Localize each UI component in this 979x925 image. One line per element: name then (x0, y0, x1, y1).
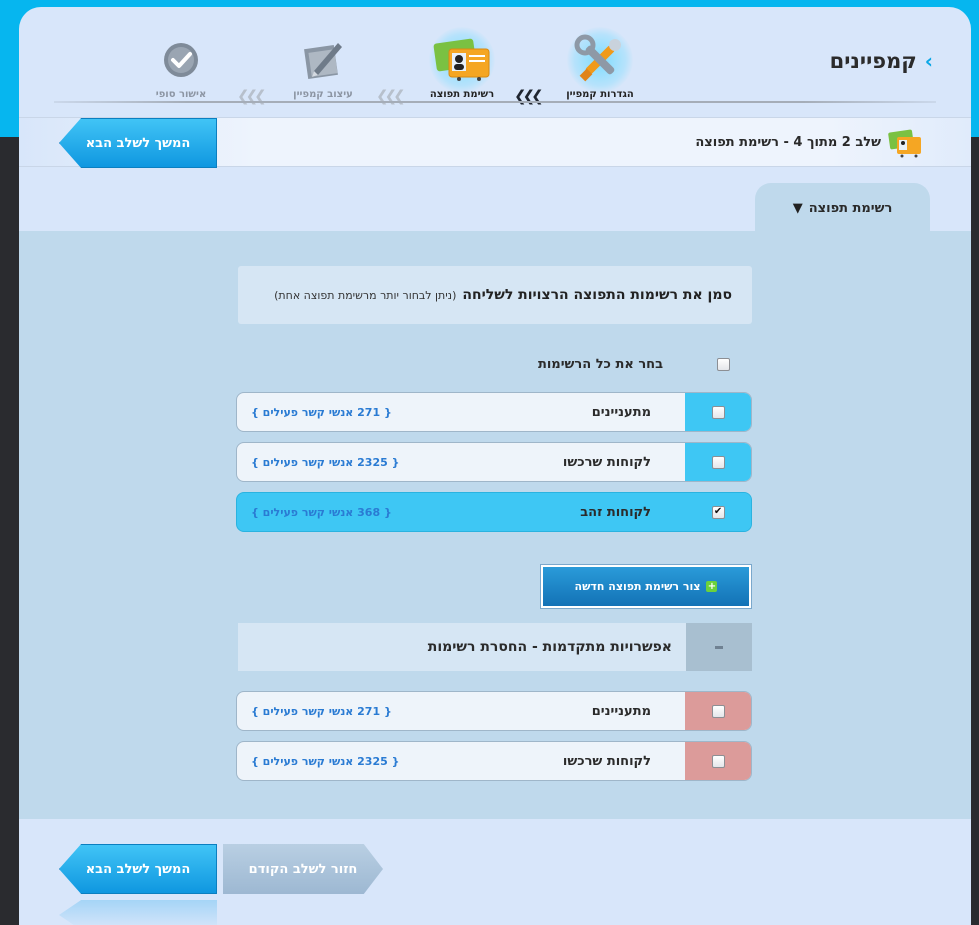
step-label: עיצוב קמפיין (293, 89, 353, 100)
exclude-list-item[interactable]: לקוחות שרכשו { 2325 אנשי קשר פעילים } (236, 741, 752, 781)
contact-cards-icon (429, 27, 495, 93)
step-final-approval[interactable]: אישור סופי (131, 27, 231, 100)
wizard-steps: הגדרות קמפיין ❮❮❮ רשימת תפוצה ❮❮❮ עיצוב … (19, 7, 971, 107)
step-campaign-settings[interactable]: הגדרות קמפיין (550, 27, 650, 100)
select-all-row: בחר את כל הרשימות (238, 350, 752, 378)
checkbox-cell (685, 742, 751, 780)
step-progress-text: שלב 2 מתוך 4 - רשימת תפוצה (695, 135, 881, 150)
advanced-options-header[interactable]: אפשרויות מתקדמות - החסרת רשימות (238, 623, 752, 671)
step-distribution-list[interactable]: רשימת תפוצה (412, 27, 512, 100)
next-step-button-bottom[interactable]: המשך לשלב הבא (59, 844, 217, 894)
plus-icon: + (706, 581, 718, 592)
next-step-button-top[interactable]: המשך לשלב הבא (59, 118, 217, 168)
instructions-sub: (ניתן לבחור יותר מרשימת תפוצה אחת) (274, 288, 457, 302)
button-reflection (59, 900, 217, 925)
list-name: מתעניינים (591, 404, 651, 420)
list-checkbox[interactable]: ✔ (711, 505, 725, 519)
tab-label: רשימת תפוצה (808, 200, 893, 216)
list-name: לקוחות זהב (580, 504, 651, 520)
wizard-panel: › קמפיינים הגדרות קמפיין ❮❮❮ רשימת תפוצה… (19, 7, 971, 925)
advanced-options-title: אפשרויות מתקדמות - החסרת רשימות (427, 639, 672, 655)
list-checkbox[interactable] (711, 455, 725, 469)
list-count-link[interactable]: { 271 אנשי קשר פעילים } (251, 705, 392, 718)
exclude-list-item[interactable]: מתעניינים { 271 אנשי קשר פעילים } (236, 691, 752, 731)
step-campaign-design[interactable]: עיצוב קמפיין (273, 27, 373, 100)
list-count-link[interactable]: { 2325 אנשי קשר פעילים } (251, 456, 399, 469)
list-name: מתעניינים (591, 703, 651, 719)
list-count-link[interactable]: { 271 אנשי קשר פעילים } (251, 406, 392, 419)
tab-distribution-list[interactable]: רשימת תפוצה ▼ (755, 183, 930, 233)
checkbox-cell (685, 692, 751, 730)
create-list-label: צור רשימת תפוצה חדשה (574, 580, 701, 593)
previous-step-button[interactable]: חזור לשלב הקודם (223, 844, 383, 894)
list-count-link[interactable]: { 368 אנשי קשר פעילים } (251, 506, 392, 519)
select-all-label: בחר את כל הרשימות (537, 356, 663, 372)
checkmark-icon (148, 27, 214, 93)
step-label: רשימת תפוצה (429, 89, 495, 100)
list-item[interactable]: ✔ לקוחות זהב { 368 אנשי קשר פעילים } (236, 492, 752, 532)
exclude-checkbox[interactable] (711, 754, 725, 768)
list-checkbox[interactable] (711, 405, 725, 419)
step-label: אישור סופי (155, 89, 207, 100)
select-all-checkbox[interactable] (717, 357, 730, 371)
design-pencil-icon (290, 27, 356, 93)
create-list-button[interactable]: + צור רשימת תפוצה חדשה (541, 565, 751, 608)
exclude-checkbox[interactable] (711, 704, 725, 718)
contact-cards-icon (887, 129, 923, 163)
list-name: לקוחות שרכשו (562, 454, 651, 470)
list-selection-area: סמן את רשימות התפוצה הרצויות לשליחה (נית… (19, 231, 971, 819)
instructions-main: סמן את רשימות התפוצה הרצויות לשליחה (462, 287, 732, 303)
list-item[interactable]: מתעניינים { 271 אנשי קשר פעילים } (236, 392, 752, 432)
step-bar: שלב 2 מתוך 4 - רשימת תפוצה המשך לשלב הבא (19, 117, 971, 168)
checkbox-cell (685, 443, 751, 481)
checkbox-cell (685, 393, 751, 431)
list-name: לקוחות שרכשו (562, 753, 651, 769)
checkbox-cell: ✔ (685, 493, 751, 531)
list-item[interactable]: לקוחות שרכשו { 2325 אנשי קשר פעילים } (236, 442, 752, 482)
list-count-link[interactable]: { 2325 אנשי קשר פעילים } (251, 755, 399, 768)
header-divider (54, 101, 936, 103)
minus-icon (715, 645, 723, 649)
step-label: הגדרות קמפיין (566, 89, 634, 100)
tools-icon (567, 27, 633, 93)
instructions-box: סמן את רשימות התפוצה הרצויות לשליחה (נית… (238, 266, 752, 324)
collapse-toggle[interactable] (686, 623, 752, 671)
triangle-down-icon: ▼ (792, 200, 803, 216)
